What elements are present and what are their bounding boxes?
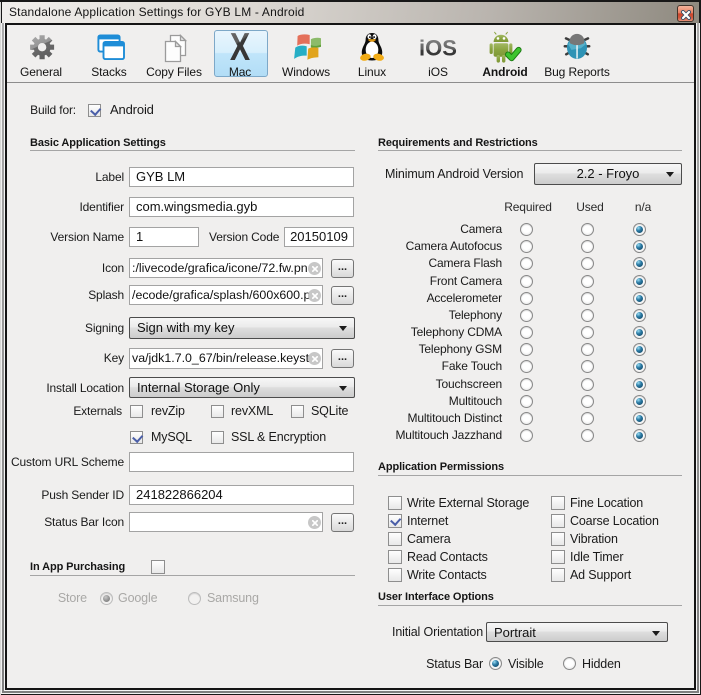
svg-text:iOS: iOS [419,36,457,61]
svg-text:X: X [230,30,251,66]
